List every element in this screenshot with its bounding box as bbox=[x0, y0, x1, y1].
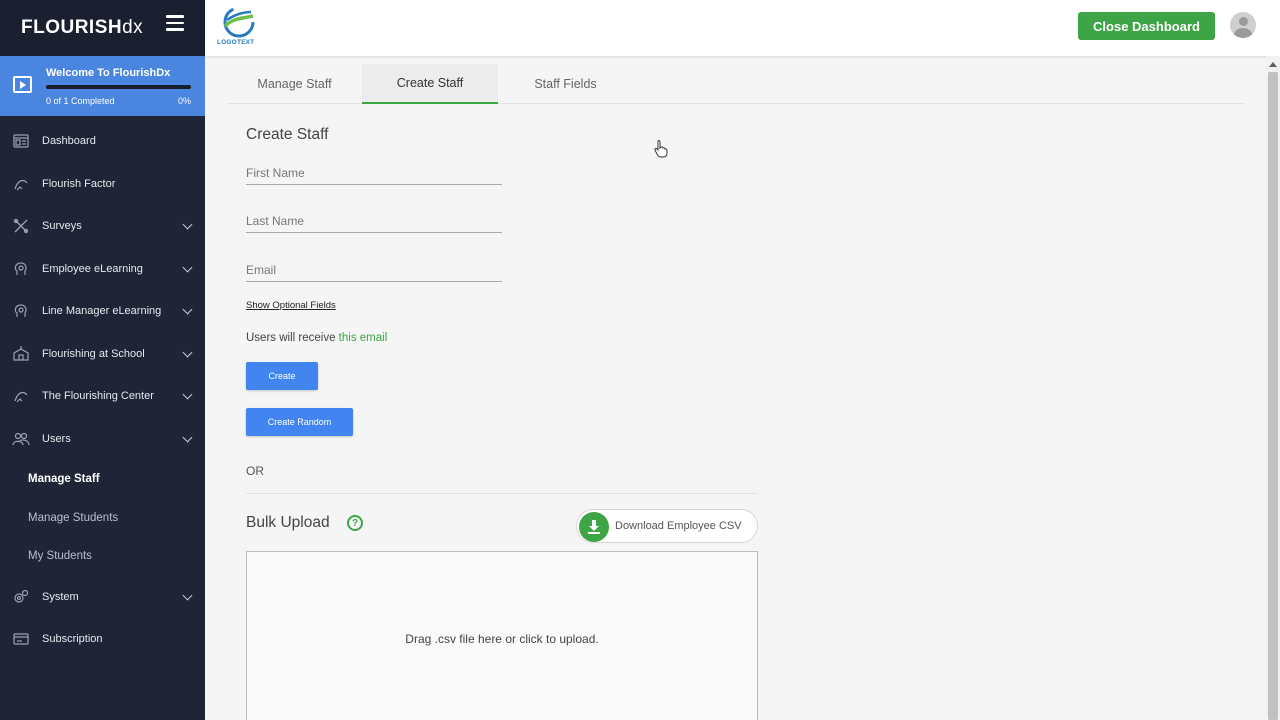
hand-cursor-icon bbox=[654, 140, 668, 158]
top-bar: LOGOTEXT Close Dashboard bbox=[205, 0, 1280, 56]
sidebar-item-label: Users bbox=[42, 432, 71, 445]
tab-create-staff[interactable]: Create Staff bbox=[362, 64, 498, 104]
sidebar: FLOURISHdx Welcome To FlourishDx 0 of 1 … bbox=[0, 0, 205, 720]
sidebar-subitem-manage-staff[interactable]: Manage Staff bbox=[0, 460, 205, 499]
user-avatar[interactable] bbox=[1230, 12, 1256, 38]
line-manager-elearning-icon bbox=[14, 304, 27, 317]
flourishing-center-icon bbox=[14, 391, 28, 403]
create-random-button[interactable]: Create Random bbox=[246, 408, 353, 436]
sidebar-item-label: Line Manager eLearning bbox=[42, 305, 162, 318]
first-name-input[interactable] bbox=[246, 161, 502, 184]
sidebar-item-label: Employee eLearning bbox=[42, 262, 143, 275]
users-icon bbox=[12, 432, 30, 445]
close-dashboard-button[interactable]: Close Dashboard bbox=[1078, 12, 1215, 40]
sidebar-item-flourishing-at-school[interactable]: Flourishing at School bbox=[0, 333, 205, 376]
main-content: Manage Staff Create Staff Staff Fields C… bbox=[205, 56, 1266, 720]
csv-dropzone[interactable]: Drag .csv file here or click to upload. bbox=[246, 551, 758, 720]
last-name-input[interactable] bbox=[246, 209, 502, 232]
last-name-field bbox=[246, 209, 502, 233]
school-icon bbox=[13, 345, 29, 361]
divider bbox=[246, 493, 758, 494]
chevron-down-icon bbox=[182, 262, 193, 272]
sidebar-item-users[interactable]: Users bbox=[0, 418, 205, 461]
welcome-percent: 0% bbox=[177, 96, 191, 106]
sidebar-item-label: Flourishing at School bbox=[42, 347, 145, 360]
download-csv-label: Download Employee CSV bbox=[615, 520, 742, 532]
sidebar-item-label: Subscription bbox=[42, 633, 103, 646]
sidebar-item-label: Flourish Factor bbox=[42, 177, 116, 190]
employee-elearning-icon bbox=[14, 261, 27, 275]
welcome-progress-text: 0 of 1 Completed bbox=[46, 96, 115, 106]
sidebar-item-label: Surveys bbox=[42, 220, 82, 233]
create-button[interactable]: Create bbox=[246, 362, 318, 390]
welcome-title: Welcome To FlourishDx bbox=[46, 67, 171, 79]
create-staff-title: Create Staff bbox=[246, 126, 329, 143]
sidebar-subitem-my-students[interactable]: My Students bbox=[0, 537, 205, 576]
play-icon bbox=[13, 76, 32, 93]
tab-bar: Manage Staff Create Staff Staff Fields bbox=[227, 64, 1245, 104]
sidebar-item-label: The Flourishing Center bbox=[42, 390, 154, 403]
show-optional-fields-link[interactable]: Show Optional Fields bbox=[246, 300, 336, 311]
sidebar-subitem-manage-students[interactable]: Manage Students bbox=[0, 499, 205, 538]
dropzone-text: Drag .csv file here or click to upload. bbox=[405, 631, 599, 646]
logo-text: LOGOTEXT bbox=[217, 39, 255, 46]
email-notice: Users will receive this email bbox=[246, 332, 388, 344]
flourish-factor-icon bbox=[14, 179, 28, 190]
chevron-down-icon bbox=[182, 590, 193, 600]
sidebar-item-dashboard[interactable]: Dashboard bbox=[0, 120, 205, 163]
scrollbar-thumb[interactable] bbox=[1268, 72, 1278, 720]
hamburger-menu-icon[interactable] bbox=[166, 15, 184, 31]
sidebar-item-line-manager-elearning[interactable]: Line Manager eLearning bbox=[0, 290, 205, 333]
scroll-up-arrow-icon[interactable] bbox=[1266, 60, 1280, 70]
sidebar-item-flourish-factor[interactable]: Flourish Factor bbox=[0, 163, 205, 206]
subscription-icon bbox=[13, 633, 29, 645]
sidebar-item-subscription[interactable]: Subscription bbox=[0, 618, 205, 661]
chevron-down-icon bbox=[182, 389, 193, 400]
chevron-down-icon bbox=[182, 304, 193, 315]
this-email-link[interactable]: this email bbox=[339, 332, 388, 344]
sidebar-item-surveys[interactable]: Surveys bbox=[0, 205, 205, 248]
bulk-upload-title: Bulk Upload bbox=[246, 514, 330, 531]
sidebar-item-employee-elearning[interactable]: Employee eLearning bbox=[0, 248, 205, 291]
sidebar-item-label: Dashboard bbox=[42, 135, 96, 148]
sidebar-nav: Dashboard Flourish Factor Surveys Employ… bbox=[0, 120, 205, 661]
chevron-down-icon bbox=[182, 432, 193, 442]
system-icon bbox=[14, 589, 29, 603]
sidebar-item-flourishing-center[interactable]: The Flourishing Center bbox=[0, 375, 205, 418]
email-input[interactable] bbox=[246, 258, 502, 281]
email-field bbox=[246, 258, 502, 282]
dashboard-icon bbox=[13, 134, 29, 148]
chevron-down-icon bbox=[182, 219, 193, 230]
surveys-icon bbox=[13, 218, 29, 234]
download-icon bbox=[579, 511, 609, 542]
download-employee-csv-button[interactable]: Download Employee CSV bbox=[576, 509, 758, 543]
welcome-progress-bar bbox=[46, 85, 191, 89]
tab-staff-fields[interactable]: Staff Fields bbox=[498, 64, 633, 104]
chevron-down-icon bbox=[182, 347, 193, 357]
help-icon[interactable]: ? bbox=[347, 515, 363, 531]
welcome-banner[interactable]: Welcome To FlourishDx 0 of 1 Completed 0… bbox=[0, 56, 205, 116]
tab-manage-staff[interactable]: Manage Staff bbox=[227, 64, 362, 104]
sidebar-item-label: System bbox=[42, 590, 79, 603]
sidebar-item-system[interactable]: System bbox=[0, 576, 205, 619]
first-name-field bbox=[246, 161, 502, 185]
brand-header: FLOURISHdx bbox=[0, 0, 205, 56]
brand-logo[interactable]: FLOURISHdx bbox=[21, 17, 143, 39]
or-separator: OR bbox=[246, 464, 264, 478]
